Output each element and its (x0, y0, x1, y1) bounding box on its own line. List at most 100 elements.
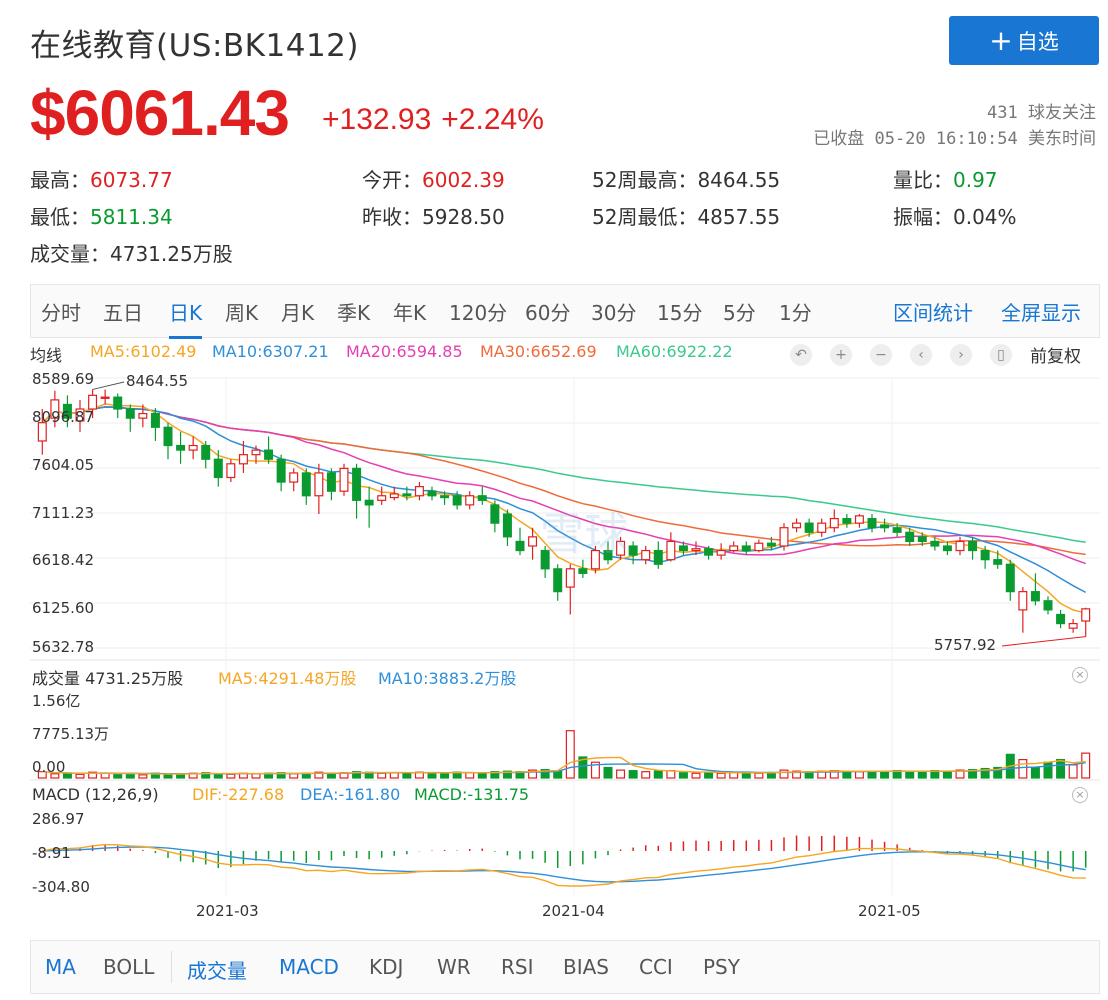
volume-ma10-line (42, 762, 1086, 775)
volume-bar (251, 773, 261, 779)
candle-body (440, 495, 450, 499)
candle-body (905, 531, 915, 543)
candle-body (892, 527, 902, 533)
candle-body (477, 495, 487, 501)
candle-body (377, 495, 387, 501)
macd-axis-label: -8.91 (32, 844, 71, 862)
candle-body (88, 394, 98, 410)
candle-body (238, 454, 248, 465)
volume-bar (678, 772, 688, 779)
volume-bar (641, 771, 651, 779)
volume-bar (377, 772, 387, 779)
candle-body (528, 536, 538, 547)
volume-bar (465, 772, 475, 779)
volume-bar (754, 772, 764, 779)
volume-bar (766, 772, 776, 779)
date-axis-label: 2021-04 (542, 902, 605, 920)
volume-bar (125, 773, 135, 779)
candle-body (829, 517, 839, 529)
close-macd-icon[interactable]: × (1072, 787, 1088, 803)
candle-body (653, 549, 663, 565)
candle-body (792, 522, 802, 529)
candle-body (314, 472, 324, 497)
candle-body (490, 504, 500, 524)
candle-body (854, 515, 864, 524)
candle-body (515, 540, 525, 552)
macd-dif-line (42, 843, 1086, 887)
indicator-tab-boll[interactable]: BOLL (103, 955, 154, 979)
candle-body (125, 408, 135, 419)
candle-body (427, 490, 437, 497)
candle-body (729, 545, 739, 552)
price-axis-label: 6618.42 (32, 551, 95, 569)
candle-body (465, 495, 475, 506)
candle-body (150, 412, 160, 428)
candle-body (289, 472, 299, 483)
indicator-tab-kdj[interactable]: KDJ (369, 955, 403, 979)
candle-body (188, 444, 198, 451)
candle-body (766, 542, 776, 547)
volume-bar (427, 772, 437, 779)
candle-body (691, 548, 701, 552)
candle-body (364, 499, 374, 506)
candle-body (276, 458, 286, 483)
indicator-tab-volume[interactable]: 成交量 (187, 955, 247, 984)
macd-legend-title: MACD (12,26,9) (32, 785, 159, 804)
volume-bar (854, 771, 864, 779)
volume-ma5-legend: MA5:4291.48万股 (218, 669, 357, 688)
candle-body (666, 540, 676, 561)
candle-body (1056, 613, 1066, 625)
volume-bar (163, 773, 173, 779)
volume-legend-title: 成交量 4731.25万股 (32, 669, 184, 688)
candle-body (1068, 622, 1078, 629)
macd-axis-label: 286.97 (32, 810, 85, 828)
candle-body (817, 522, 827, 533)
indicator-tab-cci[interactable]: CCI (639, 955, 673, 979)
volume-ma5-line (42, 756, 1086, 775)
date-axis-label: 2021-05 (858, 902, 921, 920)
candle-body (502, 513, 512, 538)
candle-body (1030, 591, 1040, 602)
candle-body (704, 548, 714, 556)
candle-body (251, 449, 261, 456)
indicator-tab-bias[interactable]: BIAS (563, 955, 609, 979)
volume-bar (741, 772, 751, 779)
candle-body (955, 540, 965, 552)
price-axis-label: 8589.69 (32, 370, 95, 388)
price-axis-label: 6125.60 (32, 599, 95, 617)
volume-bar (942, 770, 952, 779)
candle-body (754, 542, 764, 552)
volume-axis-label: 0.00 (32, 758, 66, 776)
kline-chart[interactable] (0, 0, 1108, 940)
volume-ma10-legend: MA10:3883.2万股 (378, 669, 517, 688)
candle-body (917, 536, 927, 543)
indicator-tab-rsi[interactable]: RSI (501, 955, 534, 979)
candle-body (176, 444, 186, 451)
candle-body (980, 549, 990, 561)
candle-body (201, 444, 211, 460)
indicator-tab-macd[interactable]: MACD (279, 955, 339, 979)
indicator-tabs: MA BOLL 成交量 MACD KDJ WR RSI BIAS CCI PSY (30, 940, 1100, 994)
indicator-tab-psy[interactable]: PSY (703, 955, 740, 979)
indicator-tab-wr[interactable]: WR (437, 955, 471, 979)
candle-body (301, 472, 311, 497)
candle-body (339, 467, 349, 492)
candle-body (389, 493, 399, 499)
close-volume-icon[interactable]: × (1072, 667, 1088, 683)
volume-bar (75, 773, 85, 779)
candle-body (326, 472, 336, 492)
volume-bar (616, 769, 626, 779)
indicator-tab-ma[interactable]: MA (45, 955, 76, 979)
price-axis-label: 7604.05 (32, 456, 95, 474)
candle-body (352, 467, 362, 501)
volume-bar (226, 773, 236, 779)
candle-body (402, 493, 412, 497)
min-price-label: 5757.92 (934, 636, 997, 654)
candle-body (578, 568, 588, 574)
volume-bar (1030, 766, 1040, 779)
volume-bar (138, 774, 148, 779)
candle-body (553, 568, 563, 593)
candle-body (1005, 563, 1015, 593)
candle-body (565, 568, 575, 588)
max-price-pointer (92, 381, 125, 390)
